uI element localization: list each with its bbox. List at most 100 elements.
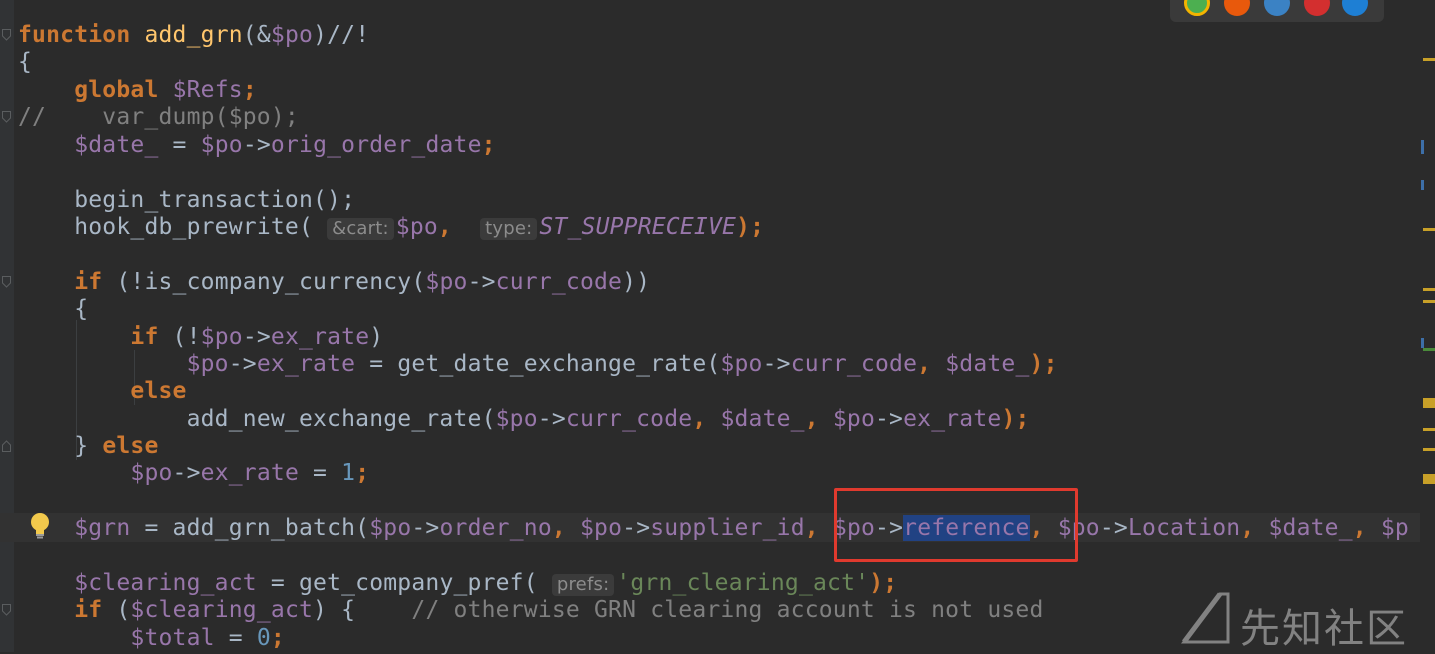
- warning-marker[interactable]: [1423, 288, 1435, 291]
- code-text: (: [102, 597, 131, 623]
- code-line[interactable]: if (!$po->ex_rate): [18, 324, 383, 351]
- code-text: (!: [158, 324, 201, 350]
- code-line[interactable]: {: [18, 49, 32, 76]
- lightbulb-icon[interactable]: [28, 511, 52, 541]
- keyword: if: [74, 269, 103, 295]
- code-line[interactable]: begin_transaction();: [18, 187, 355, 214]
- code-line[interactable]: $po->ex_rate = 1;: [18, 460, 369, 487]
- fold-collapse-icon[interactable]: [2, 276, 11, 288]
- variable: $clearing_act: [74, 570, 257, 596]
- code-line[interactable]: {: [18, 296, 88, 323]
- watermark-logo-icon: [1181, 592, 1230, 644]
- error-stripe[interactable]: [1420, 0, 1435, 652]
- variable: $po: [832, 406, 875, 432]
- code-text: ,: [437, 214, 452, 240]
- function-name: add_grn: [144, 22, 243, 48]
- keyword: global: [74, 77, 159, 103]
- opera-icon[interactable]: [1304, 0, 1330, 16]
- fold-collapse-icon[interactable]: [2, 29, 11, 41]
- chrome-icon[interactable]: [1184, 0, 1210, 16]
- watermark: 先知社区: [1180, 590, 1430, 652]
- code-text: ->: [411, 515, 440, 541]
- code-text: = add_grn_batch(: [130, 515, 370, 541]
- code-text: ->: [242, 132, 271, 158]
- code-line[interactable]: function add_grn(&$po)//!: [18, 22, 369, 49]
- code-text: ,: [692, 406, 721, 432]
- code-text: = get_company_pref(: [256, 570, 538, 596]
- code-line[interactable]: $total = 0;: [18, 625, 285, 652]
- code-line[interactable]: else: [18, 378, 187, 405]
- code-text: =: [158, 132, 201, 158]
- edge-icon[interactable]: [1342, 0, 1368, 16]
- parameter-hint: type:: [480, 218, 538, 240]
- code-text: =: [299, 460, 342, 486]
- code-editor[interactable]: function add_grn(&$po)//! { global $Refs…: [0, 0, 1420, 652]
- firefox-icon[interactable]: [1224, 0, 1250, 16]
- highlight-box: [834, 488, 1078, 562]
- comment: // otherwise GRN clearing account is not…: [411, 597, 1044, 623]
- code-line[interactable]: } else: [18, 433, 159, 460]
- change-marker[interactable]: [1423, 348, 1435, 351]
- code-line-current[interactable]: $grn = add_grn_batch($po->order_no, $po-…: [18, 515, 1409, 542]
- code-text: ->: [467, 269, 496, 295]
- keyword: function: [18, 22, 131, 48]
- warning-marker[interactable]: [1423, 428, 1435, 431]
- warning-marker[interactable]: [1423, 398, 1435, 408]
- code-line[interactable]: add_new_exchange_rate($po->curr_code, $d…: [18, 406, 1030, 433]
- variable: $clearing_act: [130, 597, 314, 623]
- code-text: )//!: [313, 22, 370, 48]
- code-line[interactable]: $clearing_act = get_company_pref( prefs:…: [18, 570, 897, 597]
- code-text: ->: [875, 406, 904, 432]
- warning-marker[interactable]: [1423, 300, 1435, 303]
- warning-marker[interactable]: [1423, 228, 1435, 231]
- code-text: ->: [622, 515, 651, 541]
- comment: // var_dump($po);: [18, 104, 299, 130]
- code-text: (&: [242, 22, 271, 48]
- code-text: {: [18, 49, 33, 75]
- keyword: if: [74, 597, 103, 623]
- variable: $po: [720, 351, 763, 377]
- code-line[interactable]: if ($clearing_act) { // otherwise GRN cl…: [18, 597, 1044, 624]
- code-line[interactable]: $date_ = $po->orig_order_date;: [18, 132, 496, 159]
- variable: $po: [130, 460, 173, 486]
- fold-collapse-icon[interactable]: [2, 111, 11, 123]
- variable: $po: [425, 269, 468, 295]
- variable: $po: [270, 22, 314, 48]
- variable: $total: [130, 625, 215, 651]
- warning-marker[interactable]: [1423, 58, 1435, 61]
- number: 0: [256, 625, 271, 651]
- property: curr_code: [790, 351, 918, 377]
- property: ex_rate: [200, 460, 299, 486]
- watermark-text: 先知社区: [1240, 606, 1408, 652]
- code-text: ,: [917, 351, 946, 377]
- code-line[interactable]: global $Refs;: [18, 77, 257, 104]
- fold-expand-icon[interactable]: [2, 440, 11, 452]
- code-text: ;: [270, 625, 285, 651]
- usage-marker[interactable]: [1421, 180, 1424, 190]
- code-text: (!is_company_currency(: [102, 269, 426, 295]
- keyword: else: [102, 433, 159, 459]
- variable: $po: [369, 515, 412, 541]
- code-text: = get_date_exchange_rate(: [355, 351, 721, 377]
- safari-icon[interactable]: [1264, 0, 1290, 16]
- usage-marker[interactable]: [1421, 140, 1424, 154]
- code-text: );: [1001, 406, 1030, 432]
- code-line[interactable]: // var_dump($po);: [18, 104, 299, 131]
- code-text: ->: [228, 351, 257, 377]
- property: curr_code: [565, 406, 693, 432]
- keyword: else: [130, 378, 187, 404]
- fold-collapse-icon[interactable]: [2, 604, 11, 616]
- variable: $date_: [945, 351, 1030, 377]
- code-text: =: [214, 625, 257, 651]
- warning-marker[interactable]: [1423, 448, 1435, 451]
- parameter-hint: &cart:: [327, 218, 394, 240]
- code-text: ): [369, 324, 384, 350]
- code-text: ->: [242, 324, 271, 350]
- code-line[interactable]: hook_db_prewrite( &cart: $po, type: ST_SUP…: [18, 214, 764, 241]
- code-line[interactable]: if (!is_company_currency($po->curr_code)…: [18, 269, 650, 296]
- code-line[interactable]: $po->ex_rate = get_date_exchange_rate($p…: [18, 351, 1058, 378]
- usage-marker[interactable]: [1421, 338, 1424, 348]
- variable: $po: [186, 351, 229, 377]
- code-text: ,: [1352, 515, 1381, 541]
- warning-marker[interactable]: [1423, 474, 1435, 484]
